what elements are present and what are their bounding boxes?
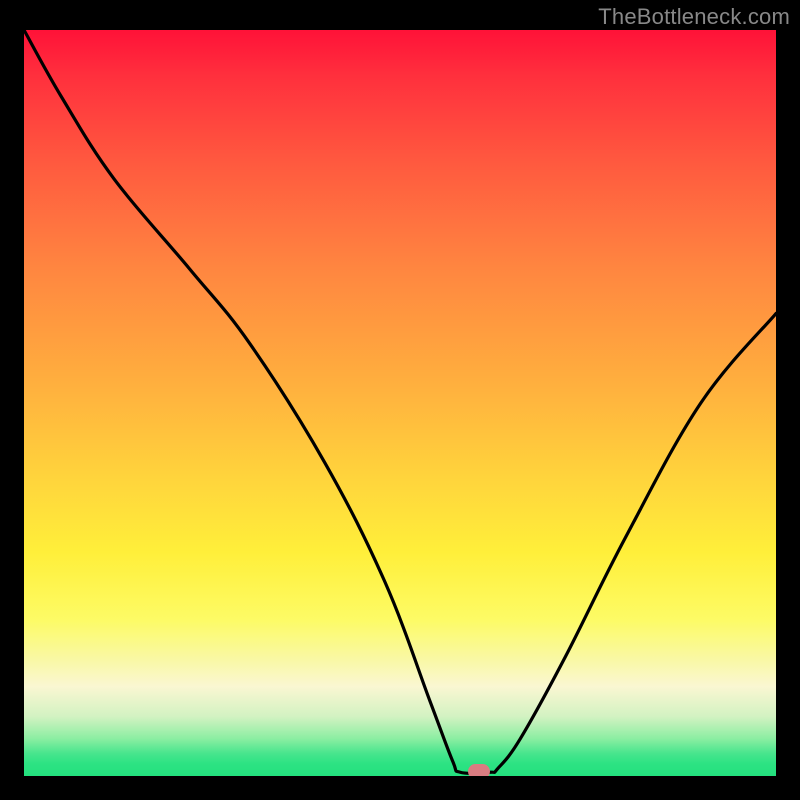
chart-container: TheBottleneck.com: [0, 0, 800, 800]
marker-dot: [468, 764, 490, 776]
watermark-text: TheBottleneck.com: [598, 4, 790, 30]
curve-svg: [24, 30, 776, 776]
plot-area: [24, 30, 776, 776]
curve-line: [24, 30, 776, 773]
